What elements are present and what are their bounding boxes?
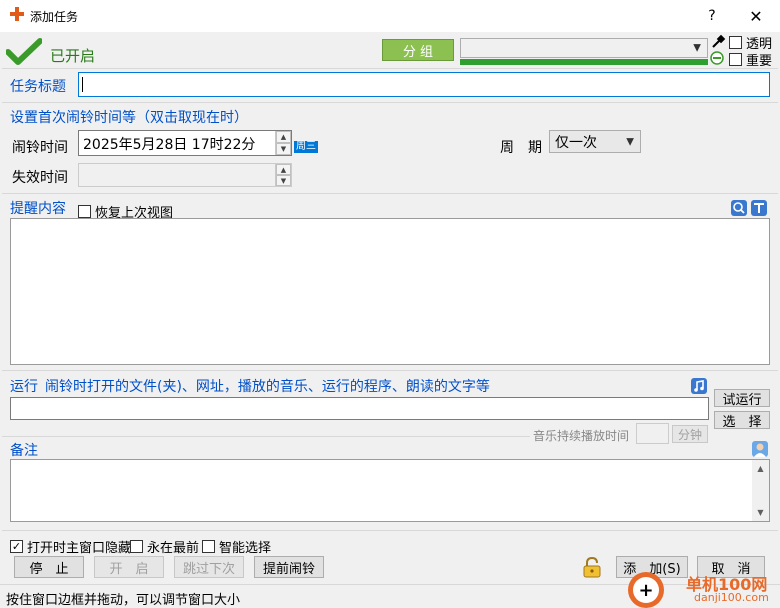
scroll-down-icon[interactable]: ▼ [752, 504, 769, 521]
period-value: 仅一次 [555, 134, 597, 151]
text-cursor [82, 77, 83, 92]
add-task-icon [10, 7, 24, 21]
period-select[interactable]: 仅一次 ▼ [549, 130, 641, 153]
run-hint: 闹铃时打开的文件(夹)、网址，播放的音乐、运行的程序、朗读的文字等 [45, 379, 490, 395]
stop-button[interactable]: 停 止 [14, 556, 84, 578]
alarm-time-value: 2025年5月28日 17时22分 [83, 137, 256, 153]
important-checkbox[interactable]: 重要 [729, 50, 772, 69]
period-label: 周 期 [500, 140, 542, 156]
watermark-logo: + [628, 572, 664, 608]
divider [2, 193, 778, 194]
alarm-time-label: 闹铃时间 [12, 140, 68, 156]
help-button[interactable]: ? [692, 0, 732, 32]
spin-up-icon[interactable]: ▲ [276, 164, 291, 175]
enabled-check-icon [6, 38, 42, 65]
divider [2, 370, 778, 371]
notes-textarea[interactable]: ▲ ▼ [10, 459, 770, 522]
music-duration-label: 音乐持续播放时间 [533, 429, 630, 443]
notes-label: 备注 [10, 443, 38, 459]
scroll-up-icon[interactable]: ▲ [752, 460, 769, 477]
topmost-checkbox[interactable]: 永在最前 [130, 537, 199, 556]
alarm-time-spinner[interactable]: ▲ ▼ [275, 131, 291, 155]
spin-up-icon[interactable]: ▲ [276, 131, 291, 143]
hide-main-window-checkbox[interactable]: ✓ 打开时主窗口隐藏 [10, 537, 131, 556]
alarm-time-input[interactable]: 2025年5月28日 17时22分 ▲ ▼ [78, 130, 292, 156]
topmost-checkbox-box[interactable] [130, 540, 143, 553]
important-checkbox-box[interactable] [729, 53, 742, 66]
minutes-button[interactable]: 分钟 [672, 425, 708, 443]
smart-select-checkbox[interactable]: 智能选择 [202, 537, 271, 556]
task-title-input[interactable] [78, 72, 770, 97]
minus-circle-icon[interactable] [710, 51, 724, 65]
skip-next-button[interactable]: 跳过下次 [174, 556, 244, 578]
lock-icon[interactable] [582, 556, 602, 578]
divider [2, 436, 530, 437]
divider [2, 68, 778, 69]
format-icon[interactable] [751, 200, 767, 216]
test-run-button[interactable]: 试运行 [714, 389, 770, 408]
watermark-domain: danji100.com [694, 591, 769, 604]
close-button[interactable]: ✕ [736, 0, 776, 32]
hide-main-window-checkbox-box[interactable]: ✓ [10, 540, 23, 553]
first-alarm-section-label: 设置首次闹铃时间等（双击取现在时） [10, 110, 248, 126]
notes-scrollbar[interactable]: ▲ ▼ [752, 460, 769, 521]
early-alarm-button[interactable]: 提前闹铃 [254, 556, 324, 578]
restore-view-checkbox-box[interactable] [78, 205, 91, 218]
status-bar-text: 按住窗口边框并拖动，可以调节窗口大小 [6, 593, 241, 608]
weekday-badge: 周三 [294, 141, 318, 153]
group-progress-bar [460, 59, 708, 65]
run-label: 运行 [10, 379, 38, 395]
reminder-label: 提醒内容 [10, 201, 66, 217]
pin-icon[interactable] [710, 34, 726, 50]
spin-down-icon[interactable]: ▼ [276, 175, 291, 186]
task-title-label: 任务标题 [10, 79, 66, 95]
important-label: 重要 [746, 54, 773, 69]
user-avatar-icon[interactable] [752, 441, 768, 457]
group-button[interactable]: 分 组 [382, 39, 454, 61]
chevron-down-icon: ▼ [626, 136, 634, 147]
expire-time-spinner[interactable]: ▲ ▼ [275, 164, 291, 186]
smart-select-checkbox-box[interactable] [202, 540, 215, 553]
reminder-content-textarea[interactable] [10, 218, 770, 365]
enabled-status-text: 已开启 [50, 47, 96, 65]
expire-time-label: 失效时间 [12, 170, 68, 186]
smart-select-label: 智能选择 [219, 541, 272, 556]
music-icon[interactable] [691, 378, 707, 394]
divider [2, 530, 778, 531]
transparent-checkbox-box[interactable] [729, 36, 742, 49]
chevron-down-icon: ▼ [693, 42, 701, 54]
window-title: 添加任务 [30, 10, 79, 24]
topmost-label: 永在最前 [147, 541, 200, 556]
music-duration-input[interactable] [636, 423, 669, 444]
title-bar: 添加任务 ? ✕ [0, 0, 780, 32]
hide-main-window-label: 打开时主窗口隐藏 [27, 541, 132, 556]
search-icon[interactable] [731, 200, 747, 216]
plus-icon: + [633, 577, 659, 603]
expire-time-input[interactable]: ▲ ▼ [78, 163, 292, 187]
start-button[interactable]: 开 启 [94, 556, 164, 578]
select-file-button[interactable]: 选 择 [714, 411, 770, 430]
spin-down-icon[interactable]: ▼ [276, 143, 291, 155]
group-select[interactable]: ▼ [460, 38, 708, 58]
divider [2, 102, 778, 103]
run-target-input[interactable] [10, 397, 709, 420]
